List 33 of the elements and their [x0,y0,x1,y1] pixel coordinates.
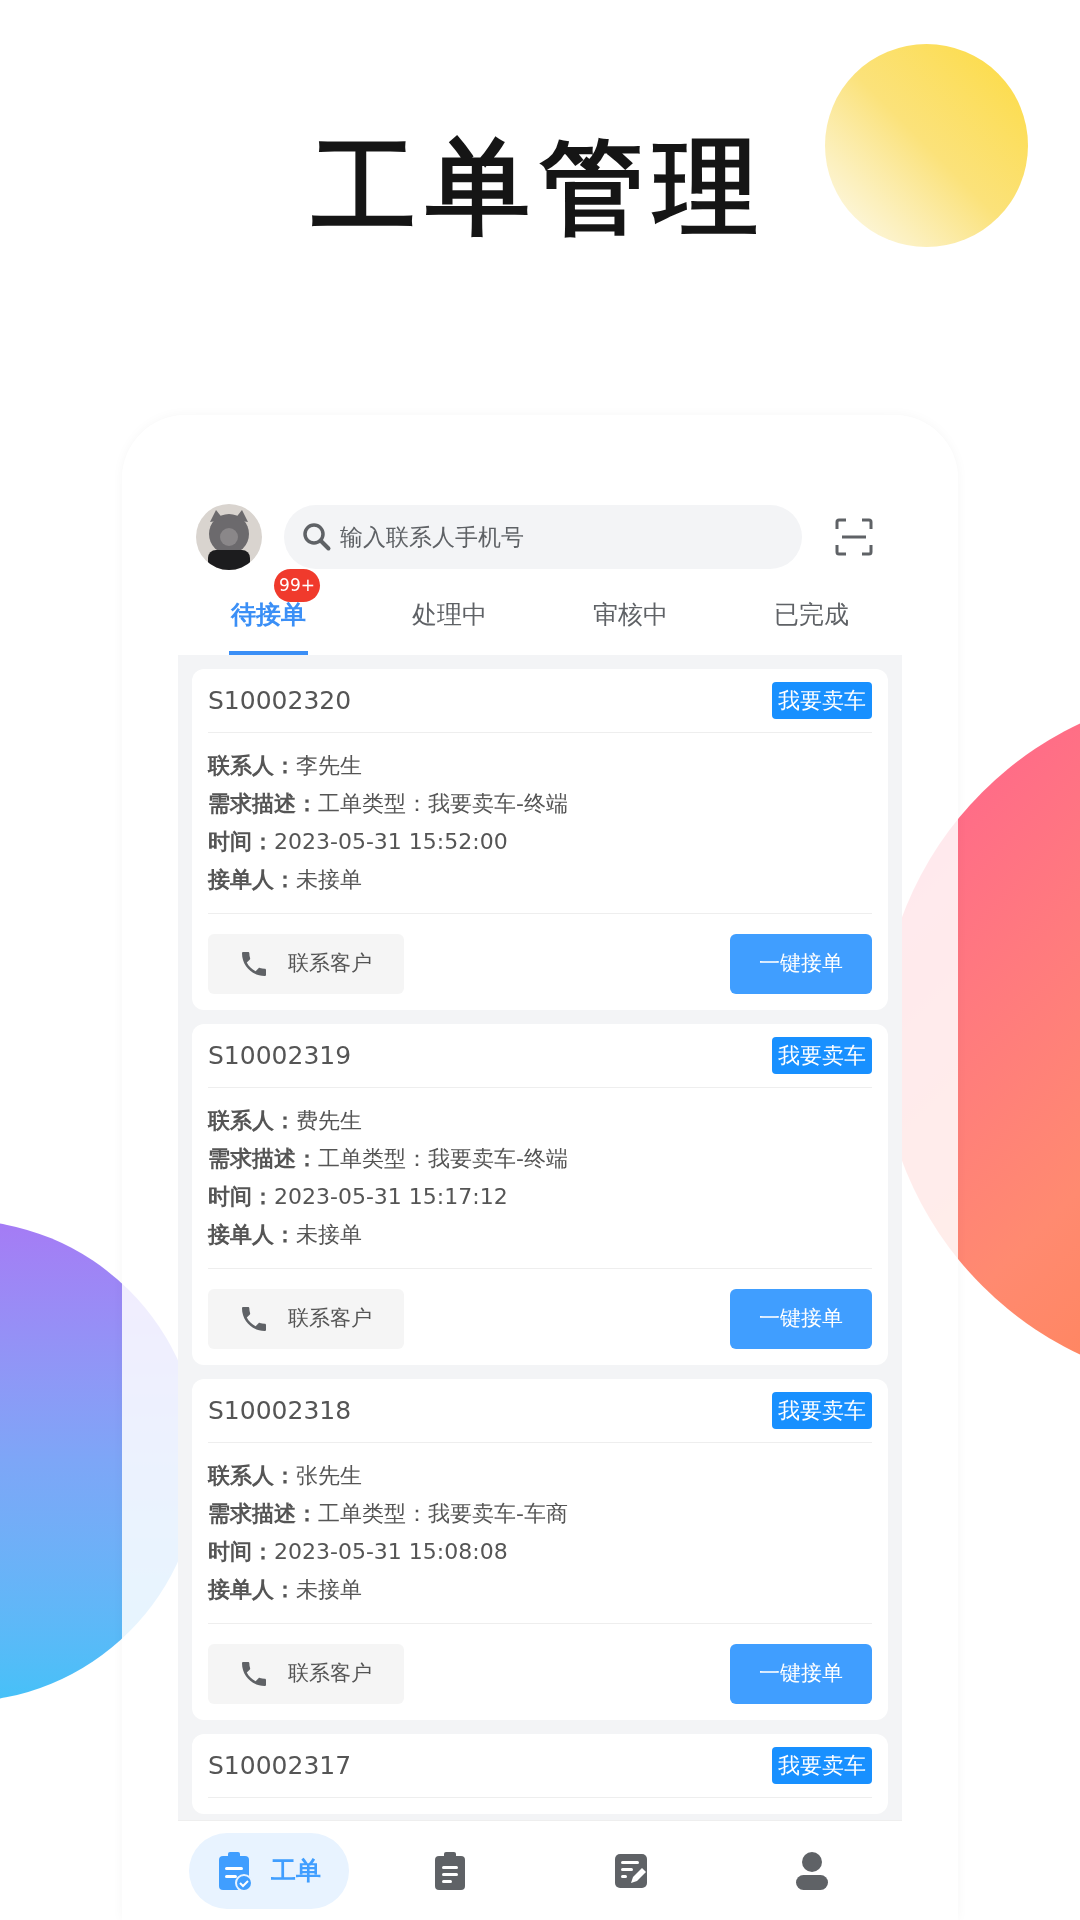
detail-line: 接单人：未接单 [208,866,363,894]
detail-line: 时间：2023-05-31 15:17:12 [208,1183,509,1211]
detail-line: 需求描述：工单类型：我要卖车-车商 [208,1500,569,1528]
category-tag: 我要卖车 [772,682,872,719]
order-number: S10002320 [208,684,352,717]
count-badge: 99+ [274,569,320,602]
order-number: S10002319 [208,1039,352,1072]
order-number: S10002317 [208,1749,352,1782]
tab[interactable]: 处理中 [410,579,489,655]
tab[interactable]: 审核中 [591,579,670,655]
detail-line: 需求描述：工单类型：我要卖车-终端 [208,1145,569,1173]
contact-button[interactable]: 联系客户 [208,934,404,994]
category-tag: 我要卖车 [772,1037,872,1074]
detail-line: 时间：2023-05-31 15:08:08 [208,1538,509,1566]
user-icon [793,1850,830,1891]
contact-button[interactable]: 联系客户 [208,1289,404,1349]
tab[interactable]: 已完成 [772,579,851,655]
detail-line: 接单人：未接单 [208,1576,363,1604]
detail-line: 接单人：未接单 [208,1221,363,1249]
order-number: S10002318 [208,1394,352,1427]
contact-button[interactable]: 联系客户 [208,1644,404,1704]
clipboard-check-icon [216,1850,253,1891]
search-icon [302,522,332,552]
detail-line: 时间：2023-05-31 15:52:00 [208,828,509,856]
search-field[interactable]: 输入联系人手机号 [284,505,802,569]
detail-line: 联系人：费先生 [208,1107,363,1135]
page-title: 工单管理 [312,135,768,239]
detail-line: 联系人：李先生 [208,752,363,780]
detail-line: 需求描述：工单类型：我要卖车-终端 [208,790,569,818]
scan-icon [835,518,873,556]
detail-line: 联系人：张先生 [208,1462,363,1490]
category-tag: 我要卖车 [772,1392,872,1429]
category-tag: 我要卖车 [772,1747,872,1784]
